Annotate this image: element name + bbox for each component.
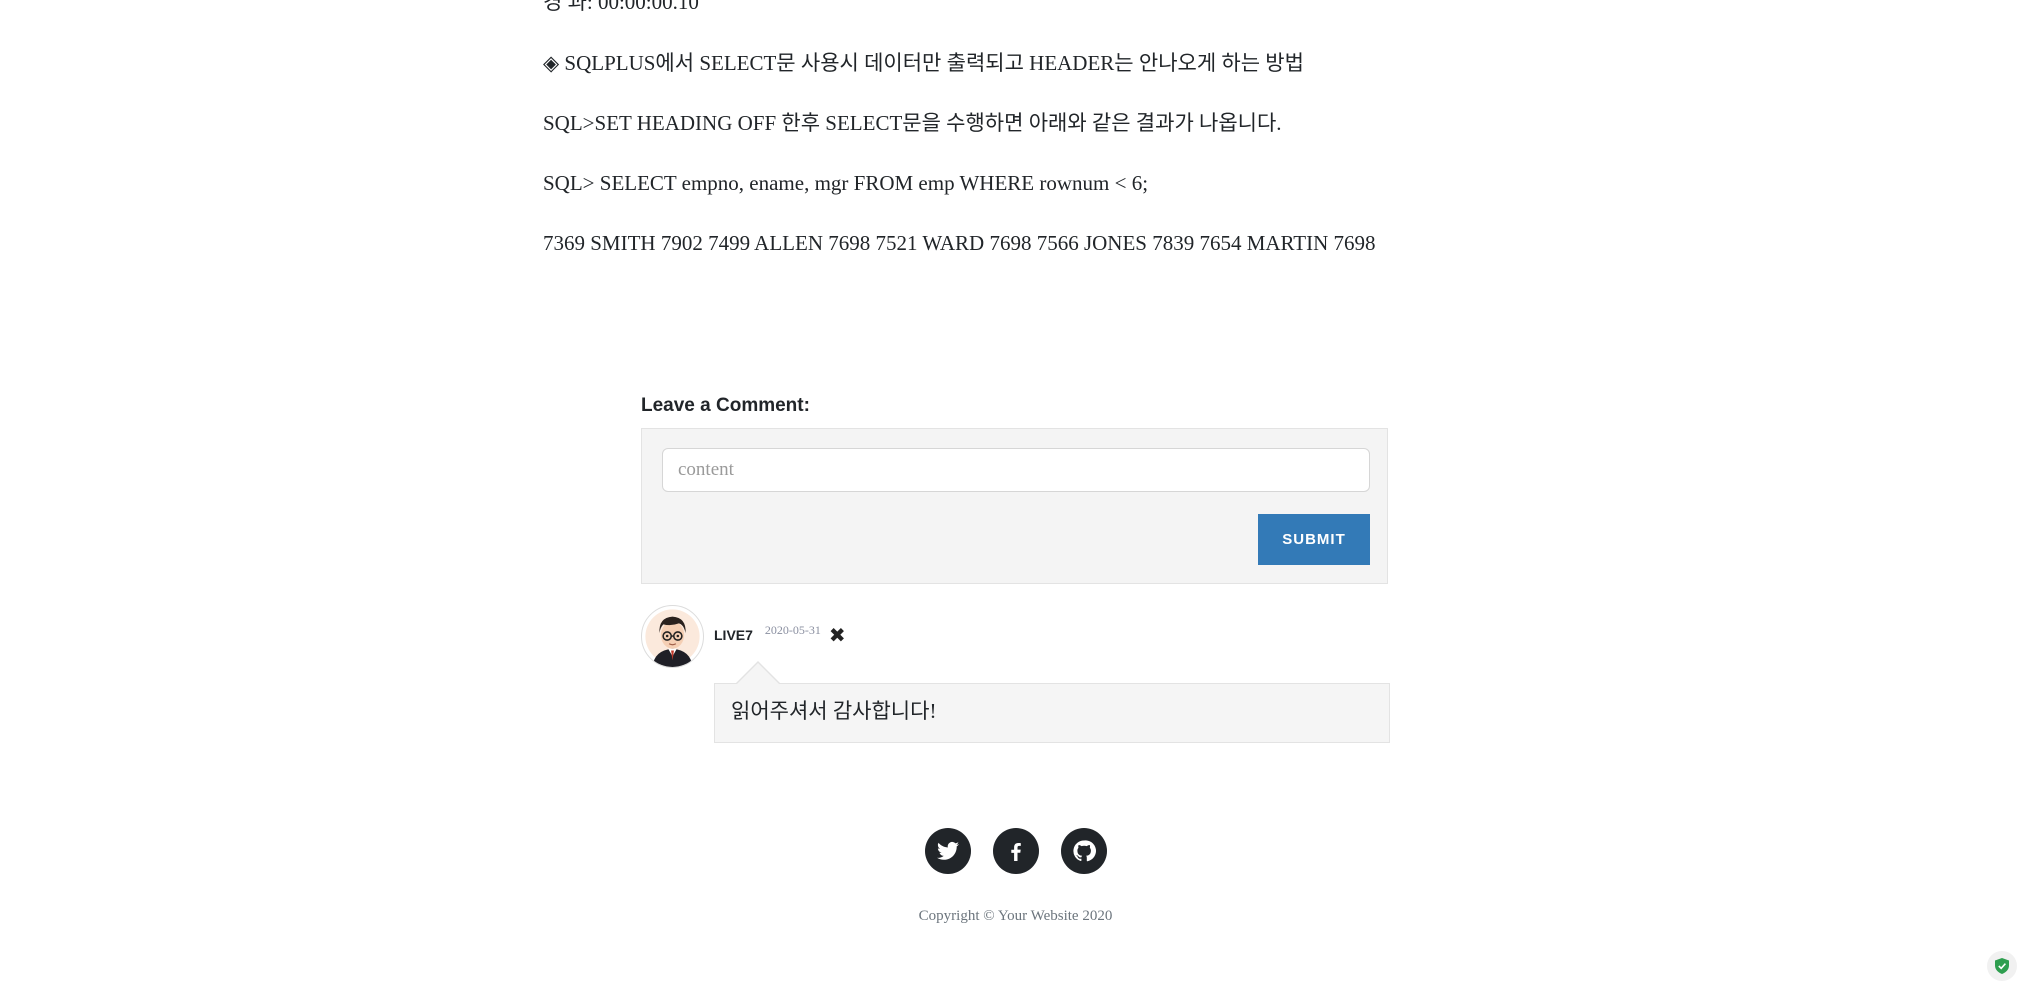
post-paragraph: SQL>SET HEADING OFF 한후 SELECT문을 수행하면 아래와… — [543, 111, 1282, 135]
avatar — [641, 605, 704, 668]
comment-text: 읽어주셔서 감사합니다! — [714, 683, 1390, 743]
github-icon — [1072, 840, 1096, 862]
facebook-icon — [1010, 843, 1021, 861]
twitter-link[interactable] — [924, 828, 971, 874]
social-links — [0, 828, 2031, 874]
submit-button[interactable]: SUBMIT — [1258, 514, 1370, 565]
facebook-link[interactable] — [992, 828, 1039, 874]
post-paragraph: ◈ SQLPLUS에서 SELECT문 사용시 데이터만 출력되고 HEADER… — [543, 51, 1304, 75]
post-paragraph: 7369 SMITH 7902 7499 ALLEN 7698 7521 WAR… — [543, 231, 1376, 255]
comments-heading: Leave a Comment: — [641, 395, 810, 416]
comment-date: 2020-05-31 — [764, 622, 821, 637]
comment-meta: LIVE7 2020-05-31 ✖ — [714, 623, 846, 647]
close-x-icon[interactable]: ✖ — [829, 623, 846, 647]
avatar-illustration — [645, 609, 700, 667]
shield-badge[interactable] — [1987, 951, 2017, 981]
copyright-text: Copyright © Your Website 2020 — [918, 908, 1113, 924]
bubble-arrow-fill — [736, 663, 780, 685]
github-link[interactable] — [1060, 828, 1107, 874]
post-paragraph: SQL> SELECT empno, ename, mgr FROM emp W… — [543, 171, 1149, 195]
post-paragraph: 경 과: 00:00:00.10 — [543, 0, 699, 14]
twitter-icon — [936, 841, 959, 860]
comments-section: Leave a Comment: SUBMIT LIVE7 — [641, 395, 1390, 743]
comment-author: LIVE7 — [714, 627, 753, 643]
comment-content-input[interactable] — [662, 448, 1370, 492]
comment-form: SUBMIT — [641, 428, 1388, 584]
shield-icon — [1995, 958, 2009, 974]
